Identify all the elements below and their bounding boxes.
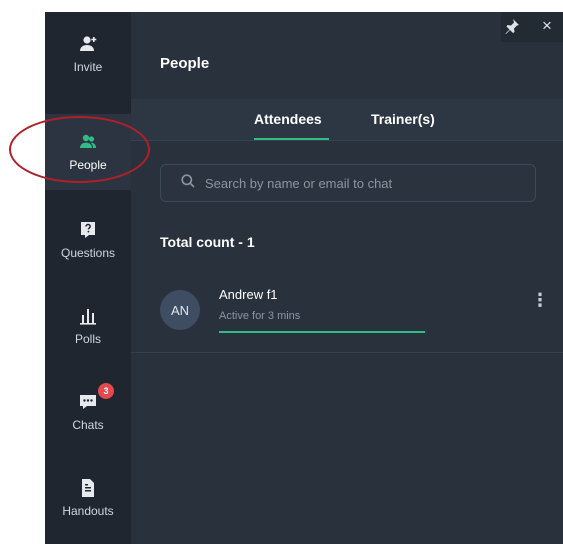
invite-icon <box>78 34 98 54</box>
active-tab-indicator <box>254 138 329 140</box>
close-icon: × <box>542 16 552 35</box>
sidebar-item-label: Handouts <box>62 504 114 518</box>
attendee-status: Active for 3 mins <box>219 310 301 322</box>
total-count: Total count - 1 <box>160 234 255 250</box>
avatar: AN <box>160 290 200 330</box>
sidebar-item-questions[interactable]: Questions <box>45 202 131 278</box>
search-icon <box>181 173 195 193</box>
pin-icon <box>504 19 520 38</box>
annotation-ellipse <box>9 116 150 183</box>
document-icon <box>78 478 98 498</box>
sidebar-item-label: Polls <box>74 332 101 346</box>
attendee-row[interactable]: AN Andrew f1 Active for 3 mins ⋮ <box>131 274 563 353</box>
more-options-icon[interactable]: ⋮ <box>531 289 549 311</box>
people-panel: × People Attendees Trainer(s) Total coun… <box>131 12 563 544</box>
attendee-name: Andrew f1 <box>219 287 278 302</box>
unread-badge: 3 <box>97 382 115 400</box>
sidebar-item-label: Invite <box>73 60 103 74</box>
sidebar-nav: Invite People Questions Polls 3 Chats Ha… <box>45 12 131 544</box>
sidebar-item-label: Chats <box>72 418 104 432</box>
sidebar-item-polls[interactable]: Polls <box>45 288 131 364</box>
tab-bar: Attendees Trainer(s) <box>131 99 563 141</box>
sidebar-item-chats[interactable]: 3 Chats <box>45 374 131 450</box>
sidebar-item-invite[interactable]: Invite <box>45 16 131 92</box>
question-icon <box>78 220 98 240</box>
close-button[interactable]: × <box>538 17 556 35</box>
pin-button[interactable] <box>504 18 522 36</box>
panel-title: People <box>160 55 210 72</box>
sidebar-item-label: Questions <box>60 246 116 260</box>
tab-trainers[interactable]: Trainer(s) <box>371 111 435 127</box>
search-box <box>160 164 536 202</box>
activity-indicator <box>219 331 425 333</box>
sidebar-item-handouts[interactable]: Handouts <box>45 460 131 536</box>
poll-chart-icon <box>78 306 98 326</box>
search-input[interactable] <box>203 174 527 192</box>
chat-icon <box>78 392 98 412</box>
tab-attendees[interactable]: Attendees <box>254 111 322 127</box>
